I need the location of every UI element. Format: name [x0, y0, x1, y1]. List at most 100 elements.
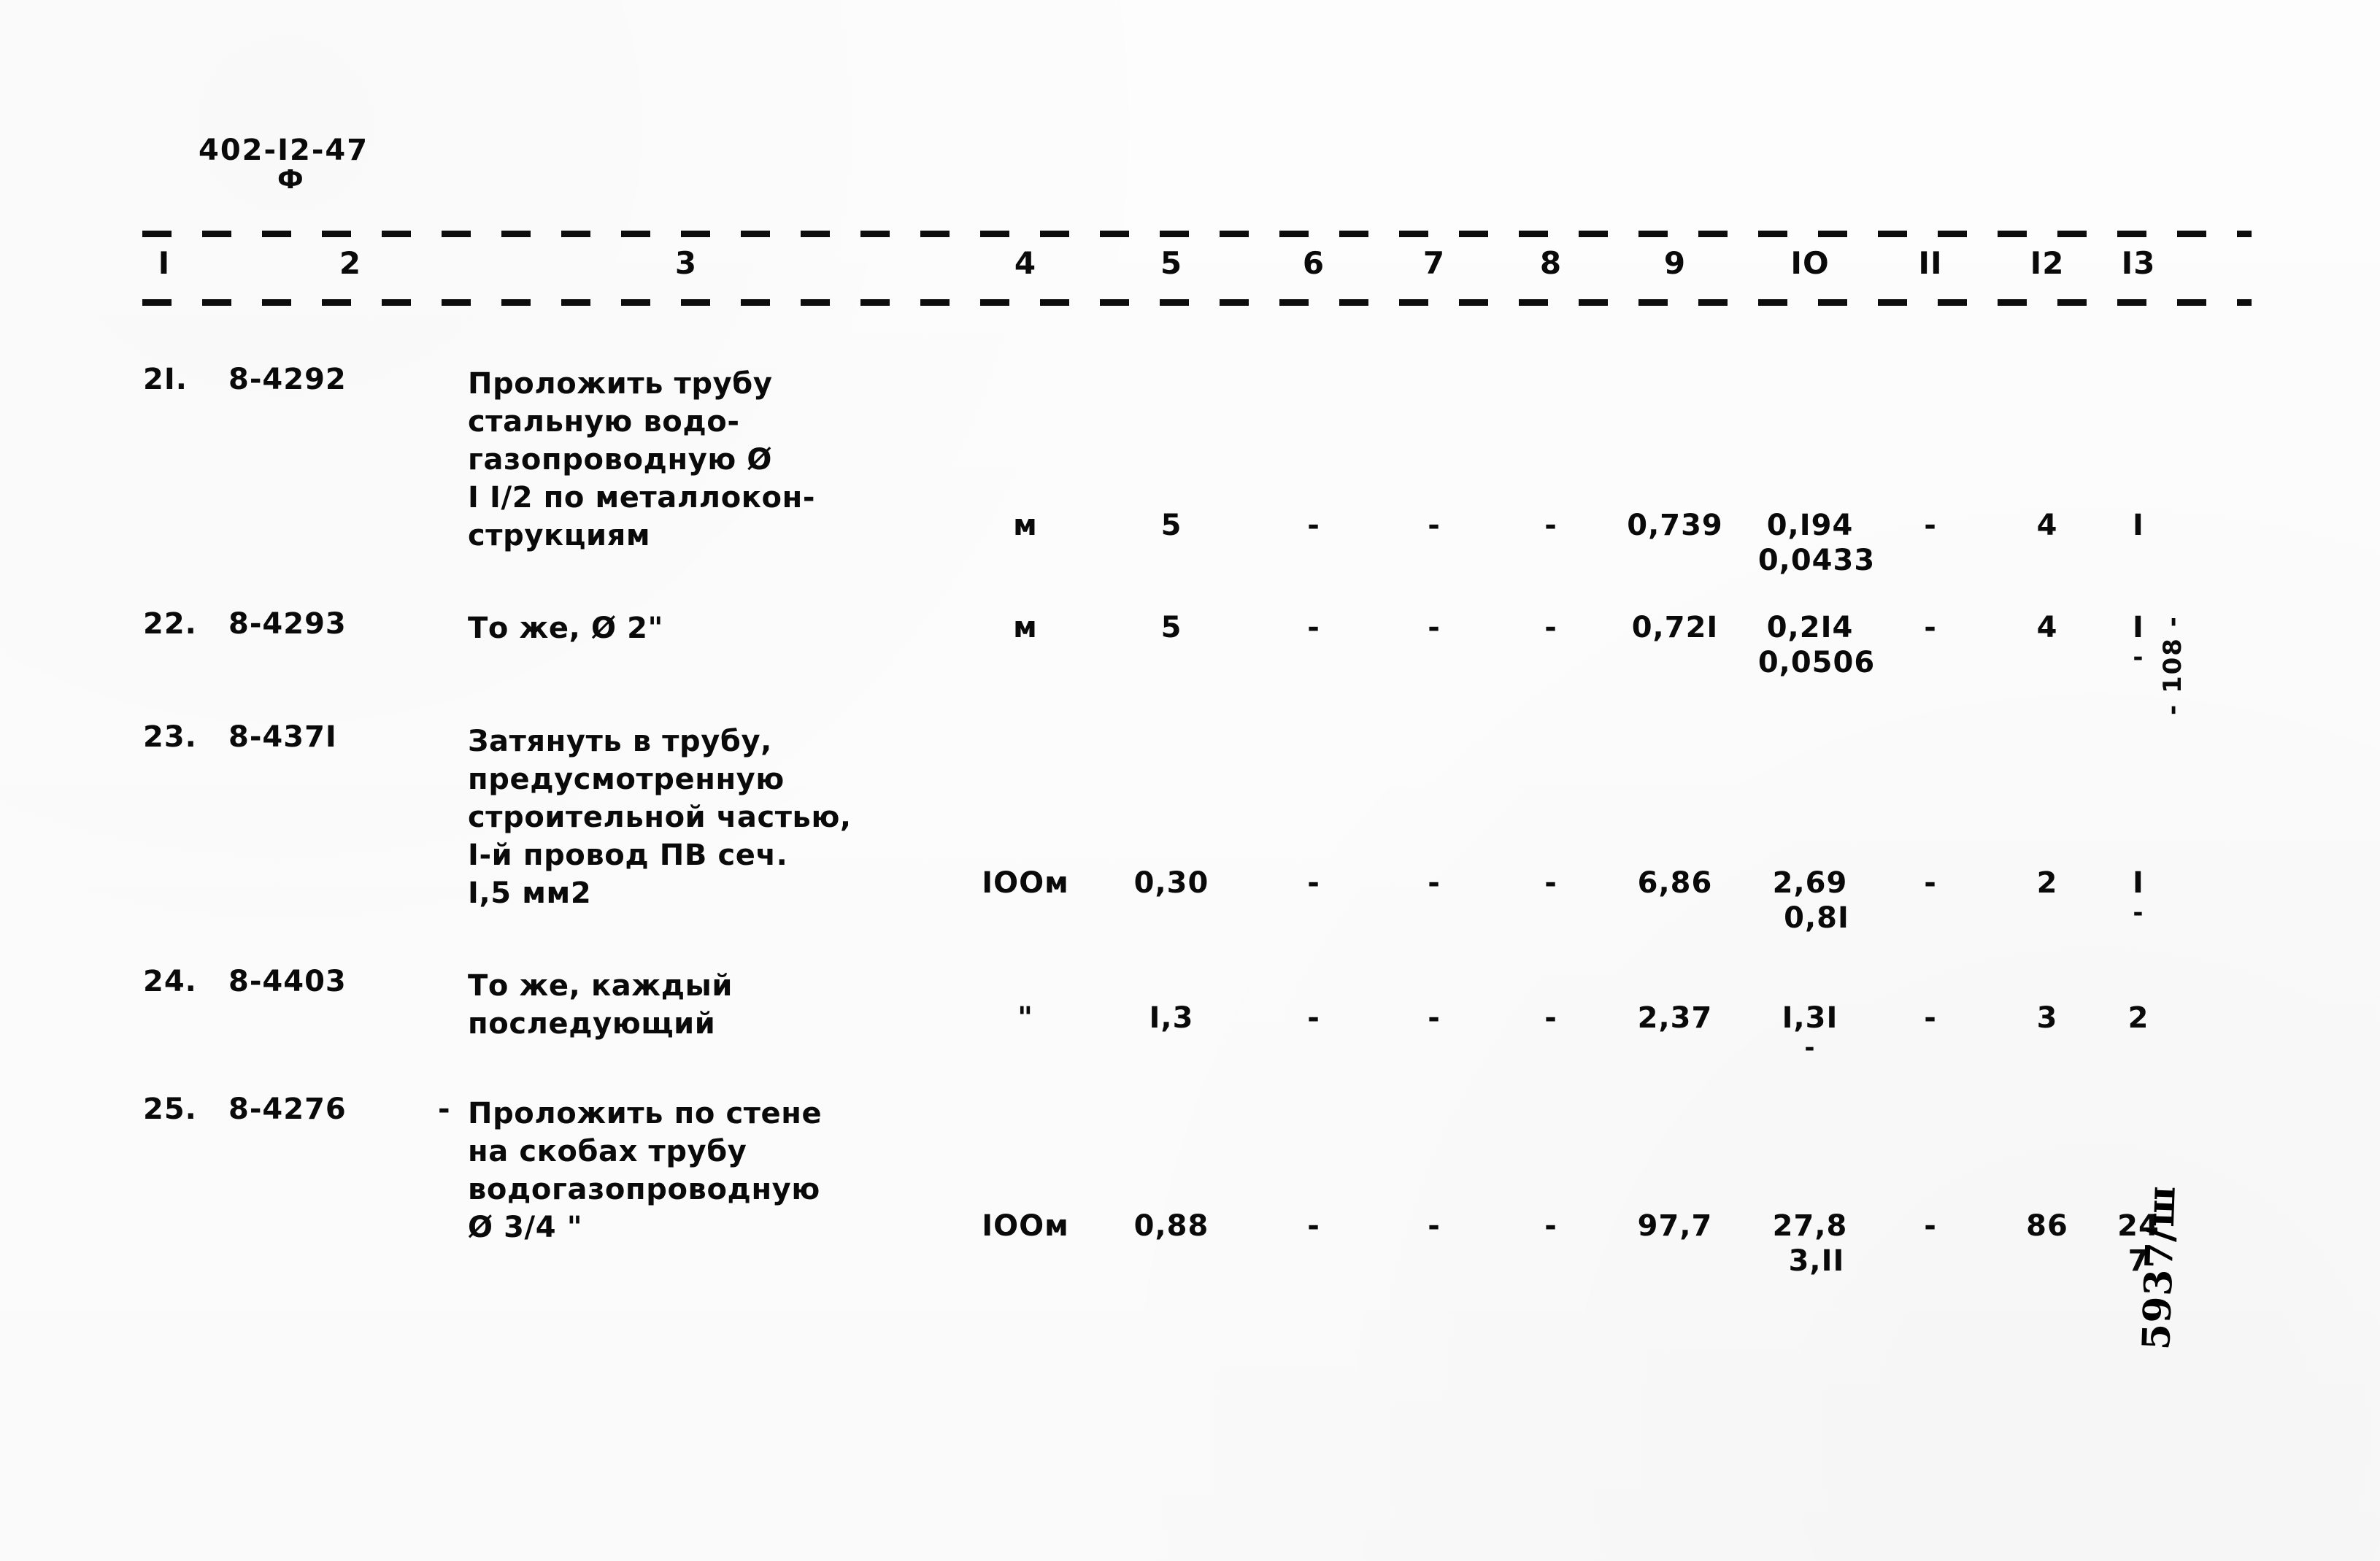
row-col11-value: -	[1924, 1209, 1937, 1243]
row-description: Проложить трубу стальную водо-газопроводн…	[468, 365, 815, 555]
description-line: Проложить по стене	[468, 1097, 823, 1130]
row-norm-code: 8-4293	[228, 607, 347, 641]
row-col13-value: I	[2133, 509, 2144, 542]
row-col9-value: 0,72I	[1631, 611, 1719, 644]
row-quantity: 5	[1161, 613, 1182, 642]
row-quantity-value: I,3	[1149, 1001, 1194, 1035]
row-col13-value: I	[2133, 611, 2144, 644]
row-col13: I	[2133, 511, 2144, 540]
row-col6: -	[1307, 868, 1320, 898]
row-unit-value: IOOм	[982, 1209, 1069, 1243]
row-col8-value: -	[1544, 1209, 1557, 1243]
document-page: 402-I2-47 Ф I 2 3 4 5 6 7 8 9 IO II I2 I3 2I. 8-4292 П…	[0, 0, 2380, 1561]
row-unit-value: IOOм	[982, 866, 1069, 900]
row-col10-subvalue: 0,0433	[1757, 544, 1876, 577]
row-col9-value: 97,7	[1637, 1209, 1713, 1243]
row-col8-value: -	[1544, 1001, 1557, 1035]
row-col6-value: -	[1307, 866, 1320, 900]
row-col12: 86	[2026, 1211, 2068, 1241]
row-col9-value: 2,37	[1637, 1001, 1713, 1035]
row-item-number: 25.	[143, 1092, 197, 1126]
row-col7-value: -	[1428, 509, 1441, 542]
row-col7: -	[1428, 1211, 1441, 1241]
row-col10-subvalue: 0,8I	[1784, 901, 1849, 935]
row-col8: -	[1544, 868, 1557, 898]
description-line: То же, каждый	[468, 969, 733, 1003]
row-quantity-value: 5	[1160, 509, 1182, 542]
row-col12-value: 86	[2026, 1209, 2068, 1243]
row-unit-value: м	[1013, 611, 1038, 644]
row-col11-value: -	[1924, 611, 1937, 644]
row-col10: 2,69 0,8I	[1771, 868, 1849, 933]
row-unit: "	[1017, 1003, 1033, 1033]
row-col6-value: -	[1307, 611, 1320, 644]
row-col10-value: 2,69	[1772, 866, 1848, 900]
row-col8: -	[1544, 511, 1557, 540]
row-col12-value: 3	[2036, 1001, 2058, 1035]
row-col12: 2	[2037, 868, 2058, 898]
row-col10-value: I,3I	[1782, 1001, 1838, 1035]
description-line: Затянуть в трубу,	[468, 725, 772, 758]
row-col6-value: -	[1307, 1209, 1320, 1243]
row-norm-code: 8-4403	[228, 965, 347, 998]
row-col13-value: 2	[2127, 1001, 2149, 1035]
row-col9: 2,37	[1638, 1003, 1713, 1033]
row-col9: 97,7	[1638, 1211, 1713, 1241]
row-col13-dash: -	[2133, 898, 2144, 928]
row-col10: 0,2I4 0,0506	[1745, 613, 1875, 677]
description-line: стальную водо-	[468, 405, 740, 439]
row-col11-value: -	[1924, 509, 1937, 542]
row-col10-subvalue: 3,II	[1788, 1244, 1845, 1278]
row-col12-value: 2	[2036, 866, 2058, 900]
row-col11: -	[1924, 1211, 1937, 1241]
row-quantity: I,3	[1149, 1003, 1194, 1033]
description-line: То же, Ø 2"	[468, 612, 663, 645]
row-norm-code: 8-4292	[228, 363, 347, 396]
row-col9-value: 6,86	[1637, 866, 1713, 900]
row-col6-value: -	[1307, 1001, 1320, 1035]
description-line: Проложить трубу	[468, 367, 773, 401]
row-item-number: 24.	[143, 965, 197, 998]
page-number-marker: - 108 -	[2158, 615, 2187, 715]
description-line: строительной частью,	[468, 801, 852, 834]
row-col9: 0,739	[1627, 511, 1723, 540]
row-col12-value: 4	[2036, 509, 2058, 542]
row-col11: -	[1924, 511, 1937, 540]
row-col10-value: 27,8	[1772, 1209, 1848, 1243]
row-description: Проложить по стене на скобах трубу водогаз…	[468, 1095, 822, 1246]
row-quantity: 5	[1161, 511, 1182, 540]
row-unit-value: м	[1013, 509, 1038, 542]
row-item-number: 2I.	[143, 363, 188, 396]
row-col6: -	[1307, 1003, 1320, 1033]
row-unit: IOOм	[982, 1211, 1069, 1241]
row-col8-value: -	[1544, 611, 1557, 644]
row-col6: -	[1307, 511, 1320, 540]
row-col6-value: -	[1307, 509, 1320, 542]
row-col10-value: 0,I94	[1766, 509, 1854, 542]
row-unit: м	[1013, 511, 1038, 540]
row-col8: -	[1544, 613, 1557, 642]
row-col8-value: -	[1544, 866, 1557, 900]
row-col11-value: -	[1924, 866, 1937, 900]
row-col9: 0,72I	[1632, 613, 1719, 642]
row-col8-value: -	[1544, 509, 1557, 542]
row-col12: 4	[2037, 613, 2058, 642]
description-line: Ø 3/4 "	[468, 1211, 583, 1244]
description-line: на скобах трубу	[468, 1135, 747, 1168]
row-col7: -	[1428, 511, 1441, 540]
row-quantity-value: 0,88	[1133, 1209, 1209, 1243]
row-col6: -	[1307, 1211, 1320, 1241]
row-item-number: 23.	[143, 720, 197, 754]
row-col10: 0,I94 0,0433	[1745, 511, 1875, 575]
row-col13-value: I	[2133, 866, 2144, 900]
row-norm-code: 8-4276	[228, 1092, 347, 1126]
description-line: струкциям	[468, 519, 651, 552]
row-col10: I,3I -	[1782, 1003, 1838, 1060]
description-line: I I/2 по металлокон-	[468, 481, 816, 514]
row-col11: -	[1924, 1003, 1937, 1033]
row-col8: -	[1544, 1211, 1557, 1241]
description-line: последующий	[468, 1007, 716, 1041]
row-norm-code: 8-437I	[228, 720, 337, 754]
row-quantity-value: 0,30	[1133, 866, 1209, 900]
description-line: I,5 мм2	[468, 876, 592, 910]
